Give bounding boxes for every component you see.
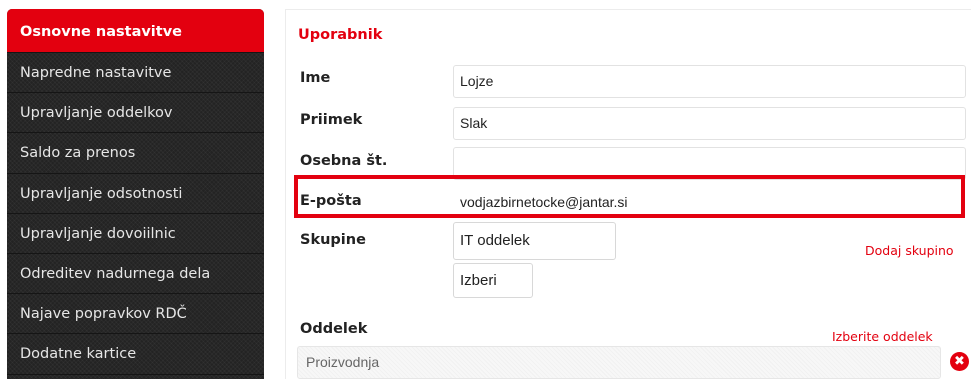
eposta-label: E-pošta [300,193,362,209]
ime-label: Ime [300,70,331,86]
section-title-uporabnik: Uporabnik [298,27,383,43]
ime-field[interactable]: Lojze [453,65,966,98]
add-group-link[interactable]: Dodaj skupino [865,243,954,258]
priimek-label: Priimek [300,112,363,128]
oddelek-label: Oddelek [300,321,368,337]
priimek-field[interactable]: Slak [453,107,966,140]
sidebar-item-upravljanje-oddelkov[interactable]: Upravljanje oddelkov [7,93,264,134]
sidebar-item-napredne-nastavitve[interactable]: Napredne nastavitve [7,53,264,94]
group-chip-it-oddelek[interactable]: IT oddelek [453,222,616,260]
sidebar-item-osnovne-nastavitve[interactable]: Osnovne nastavitve [7,9,264,53]
sidebar-nav: Osnovne nastavitve Napredne nastavitve U… [7,9,264,379]
sidebar-item-odreditev-nadurnega-dela[interactable]: Odreditev nadurnega dela [7,254,264,295]
skupine-label: Skupine [300,232,366,248]
sidebar-item-saldo-za-prenos[interactable]: Saldo za prenos [7,133,264,174]
sidebar-item-upravljanje-odsotnosti[interactable]: Upravljanje odsotnosti [7,174,264,214]
email-field[interactable]: vodjazbirnetocke@jantar.si [453,186,966,219]
department-field[interactable]: Proizvodnja [297,346,941,379]
clear-department-icon[interactable]: ✖ [950,352,969,371]
choose-department-link[interactable]: Izberite oddelek [832,329,933,344]
select-group-button[interactable]: Izberi [453,263,533,298]
sidebar-item-najave-popravkov[interactable]: Najave popravkov RDČ [7,294,264,335]
osebna-label: Osebna št. [300,153,388,169]
sidebar-item-upravljanje-dovolilnic[interactable]: Upravljanje dovoiilnic [7,214,264,254]
user-form-panel: Uporabnik Ime Lojze Priimek Slak Osebna … [285,9,971,379]
sidebar-item-dodatne-kartice[interactable]: Dodatne kartice [7,334,264,375]
osebna-stevilka-field[interactable] [453,147,966,180]
